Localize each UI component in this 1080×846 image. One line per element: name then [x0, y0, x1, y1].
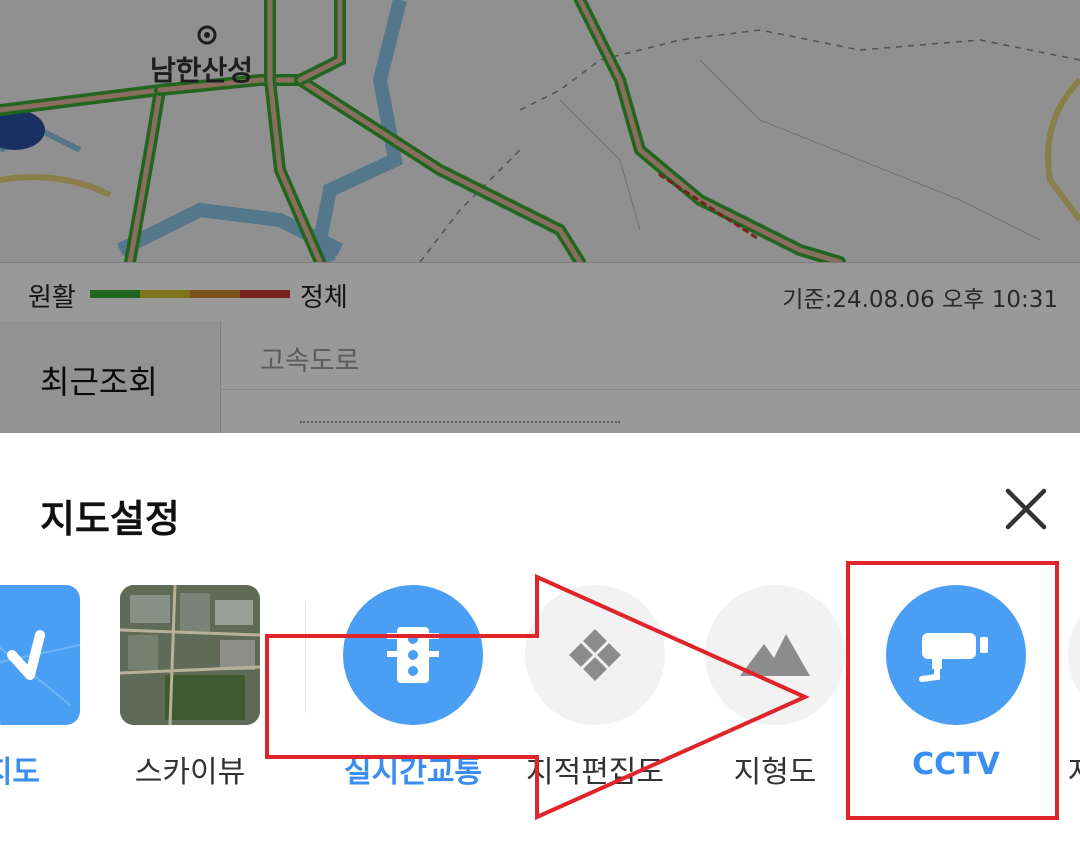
option-skyview-tile[interactable] [120, 585, 260, 725]
map-settings-sheet: 지도설정 지도 [0, 433, 1080, 846]
option-partial-label[interactable]: 자 [1068, 747, 1080, 791]
option-cctv-label: CCTV [912, 747, 1000, 782]
option-realtime-traffic[interactable]: 실시간교통 [328, 585, 498, 790]
options-separator [305, 603, 306, 713]
close-icon [1005, 488, 1047, 530]
traffic-light-icon [387, 627, 439, 683]
skyview-thumbnail [120, 585, 260, 725]
option-terrain[interactable]: 지형도 [690, 585, 860, 790]
terrain-toggle[interactable] [705, 585, 845, 725]
cadastral-icon [564, 624, 626, 686]
cctv-camera-icon [919, 633, 988, 682]
cadastral-toggle[interactable] [525, 585, 665, 725]
option-realtime-traffic-label: 실시간교통 [344, 755, 482, 790]
option-map-label[interactable]: 지도 [0, 747, 40, 791]
sheet-title: 지도설정 [40, 497, 180, 541]
option-skyview-label[interactable]: 스카이뷰 [95, 747, 285, 791]
option-cadastral[interactable]: 지적편집도 [510, 585, 680, 790]
close-button[interactable] [1000, 483, 1052, 535]
option-partial-circle[interactable] [1068, 585, 1080, 725]
modal-backdrop[interactable] [0, 0, 1080, 433]
option-terrain-label: 지형도 [733, 755, 817, 790]
option-cctv[interactable]: CCTV [871, 585, 1041, 785]
traffic-toggle[interactable] [343, 585, 483, 725]
cctv-toggle[interactable] [886, 585, 1026, 725]
terrain-icon [740, 634, 810, 676]
option-cadastral-label: 지적편집도 [526, 755, 664, 790]
map-icon [0, 630, 80, 725]
option-map-tile[interactable] [0, 585, 80, 725]
